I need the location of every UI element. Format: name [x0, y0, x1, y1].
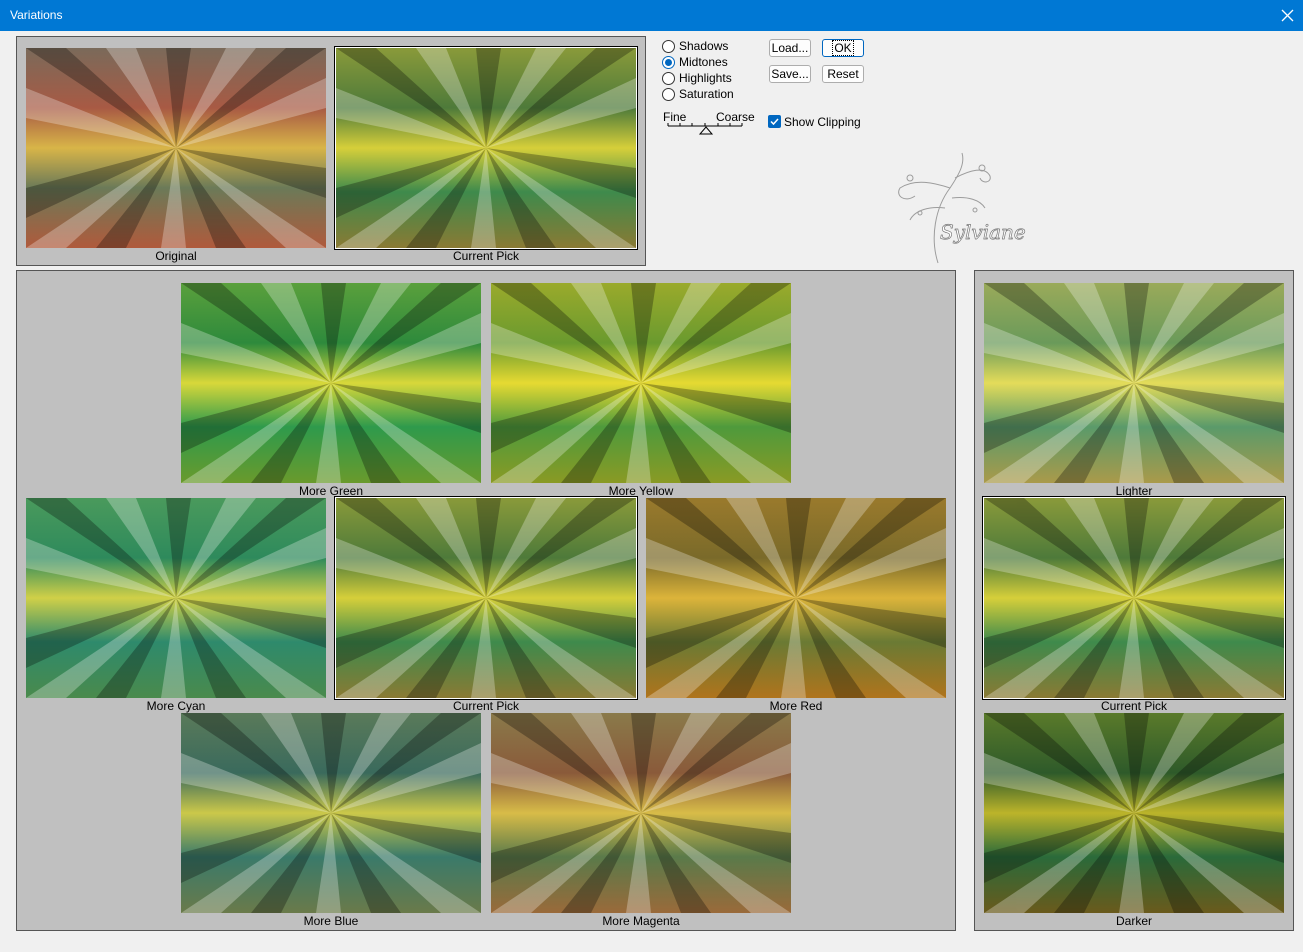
current-pick-caption: Current Pick — [452, 249, 520, 263]
more-magenta-caption: More Magenta — [602, 914, 680, 928]
show-clipping-label[interactable]: Show Clipping — [784, 115, 861, 129]
color-current-pick-caption: Current Pick — [452, 699, 520, 713]
lighter-thumbnail[interactable] — [984, 283, 1284, 483]
darker-thumbnail[interactable] — [984, 713, 1284, 913]
show-clipping-checkbox[interactable] — [768, 115, 781, 128]
window-title: Variations — [10, 8, 63, 22]
more-red-caption: More Red — [769, 699, 823, 713]
checkmark-icon — [770, 118, 779, 126]
watermark-text: Sylviane — [940, 220, 1026, 245]
lighter-caption: Lighter — [1115, 484, 1153, 498]
color-current-pick-thumbnail[interactable] — [334, 496, 638, 700]
title-bar: Variations — [0, 0, 1303, 31]
radio-circle — [662, 87, 675, 101]
radio-midtones[interactable]: Midtones — [662, 54, 728, 70]
radio-circle-checked — [662, 55, 675, 69]
reset-button[interactable]: Reset — [822, 65, 864, 83]
original-caption: Original — [155, 249, 197, 263]
watermark-logo: Sylviane — [890, 148, 1040, 270]
more-cyan-caption: More Cyan — [146, 699, 206, 713]
more-magenta-thumbnail[interactable] — [491, 713, 791, 913]
radio-highlights[interactable]: Highlights — [662, 70, 732, 86]
more-yellow-thumbnail[interactable] — [491, 283, 791, 483]
radio-shadows[interactable]: Shadows — [662, 38, 728, 54]
more-green-caption: More Green — [298, 484, 364, 498]
radio-label: Highlights — [679, 71, 732, 85]
save-button[interactable]: Save... — [769, 65, 811, 83]
more-cyan-thumbnail[interactable] — [26, 498, 326, 698]
more-yellow-caption: More Yellow — [608, 484, 674, 498]
close-button[interactable] — [1273, 0, 1303, 31]
darker-caption: Darker — [1115, 914, 1152, 928]
radio-saturation[interactable]: Saturation — [662, 86, 734, 102]
original-thumbnail — [26, 48, 326, 248]
ok-button[interactable]: OK — [822, 39, 864, 57]
brightness-current-pick-thumbnail[interactable] — [982, 496, 1286, 700]
brightness-current-pick-caption: Current Pick — [1100, 699, 1168, 713]
radio-label: Shadows — [679, 39, 729, 53]
radio-label: Midtones — [679, 55, 728, 69]
current-pick-thumbnail — [334, 46, 638, 250]
close-icon — [1281, 9, 1294, 22]
radio-circle — [662, 71, 675, 85]
fine-coarse-slider[interactable] — [664, 120, 744, 136]
radio-circle — [662, 39, 675, 53]
more-green-thumbnail[interactable] — [181, 283, 481, 483]
more-blue-caption: More Blue — [303, 914, 359, 928]
more-blue-thumbnail[interactable] — [181, 713, 481, 913]
slider-thumb-icon — [698, 126, 714, 135]
load-button[interactable]: Load... — [769, 39, 811, 57]
more-red-thumbnail[interactable] — [646, 498, 946, 698]
radio-label: Saturation — [679, 87, 734, 101]
